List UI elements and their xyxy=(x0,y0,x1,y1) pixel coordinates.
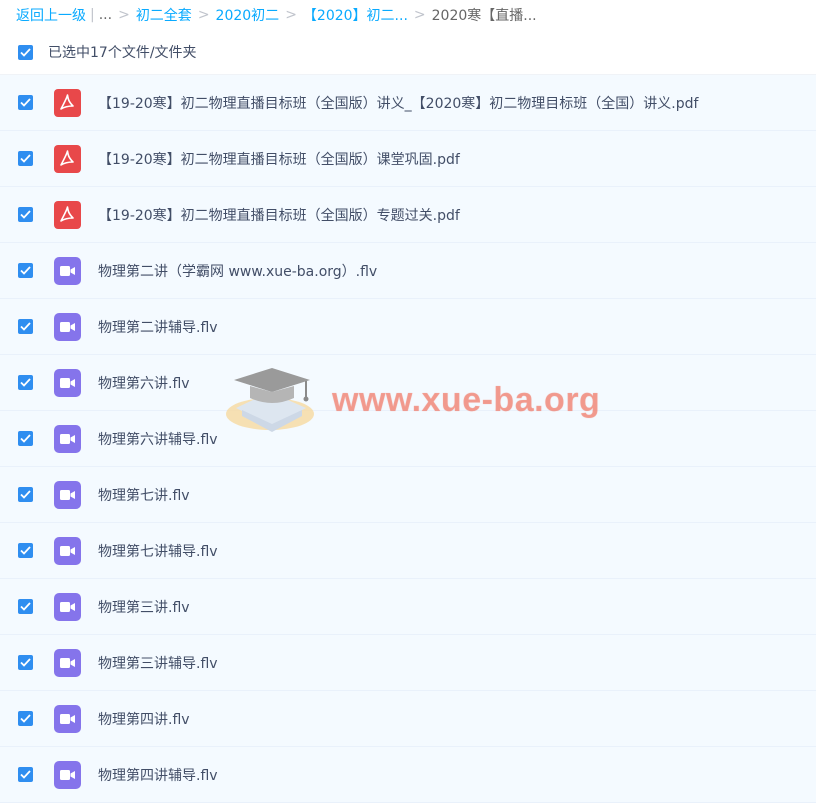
checkmark-icon xyxy=(20,770,31,779)
file-row[interactable]: 物理第六讲辅导.flv xyxy=(0,411,816,467)
pdf-file-icon xyxy=(53,144,81,173)
file-checkbox[interactable] xyxy=(18,599,33,614)
back-link[interactable]: 返回上一级 xyxy=(16,5,86,25)
file-name[interactable]: 物理第二讲辅导.flv xyxy=(98,317,218,337)
video-file-icon xyxy=(53,760,81,789)
file-row[interactable]: 物理第二讲（学霸网 www.xue-ba.org）.flv xyxy=(0,243,816,299)
file-checkbox[interactable] xyxy=(18,655,33,670)
video-file-icon xyxy=(53,480,81,509)
checkmark-icon xyxy=(20,210,31,219)
file-name[interactable]: 物理第二讲（学霸网 www.xue-ba.org）.flv xyxy=(98,261,377,281)
checkmark-icon xyxy=(20,98,31,107)
file-row[interactable]: 【19-20寒】初二物理直播目标班（全国版）讲义_【2020寒】初二物理目标班（… xyxy=(0,75,816,131)
breadcrumb: 返回上一级 | ... > 初二全套 > 2020初二 > 【2020】初二..… xyxy=(0,0,816,30)
file-row[interactable]: 物理第二讲辅导.flv xyxy=(0,299,816,355)
checkmark-icon xyxy=(20,266,31,275)
video-file-icon xyxy=(53,592,81,621)
file-checkbox[interactable] xyxy=(18,263,33,278)
file-checkbox[interactable] xyxy=(18,487,33,502)
video-file-icon xyxy=(53,256,81,285)
checkmark-icon xyxy=(20,378,31,387)
checkmark-icon xyxy=(20,47,31,57)
file-row[interactable]: 物理第四讲.flv xyxy=(0,691,816,747)
file-row[interactable]: 物理第七讲.flv xyxy=(0,467,816,523)
file-checkbox[interactable] xyxy=(18,431,33,446)
pdf-file-icon xyxy=(53,200,81,229)
video-file-icon xyxy=(53,424,81,453)
file-name[interactable]: 物理第四讲辅导.flv xyxy=(98,765,218,785)
file-row[interactable]: 物理第三讲辅导.flv xyxy=(0,635,816,691)
checkmark-icon xyxy=(20,154,31,163)
file-name[interactable]: 物理第七讲辅导.flv xyxy=(98,541,218,561)
checkmark-icon xyxy=(20,434,31,443)
checkmark-icon xyxy=(20,546,31,555)
selection-header: 已选中17个文件/文件夹 xyxy=(0,30,816,75)
checkmark-icon xyxy=(20,714,31,723)
file-name[interactable]: 物理第三讲.flv xyxy=(98,597,190,617)
file-checkbox[interactable] xyxy=(18,375,33,390)
file-checkbox[interactable] xyxy=(18,151,33,166)
video-file-icon xyxy=(53,704,81,733)
pdf-file-icon xyxy=(53,88,81,117)
file-row[interactable]: 物理第六讲.flv xyxy=(0,355,816,411)
breadcrumb-current: 2020寒【直播... xyxy=(431,8,537,24)
file-checkbox[interactable] xyxy=(18,95,33,110)
file-checkbox[interactable] xyxy=(18,207,33,222)
file-checkbox[interactable] xyxy=(18,319,33,334)
file-name[interactable]: 物理第六讲辅导.flv xyxy=(98,429,218,449)
file-name[interactable]: 【19-20寒】初二物理直播目标班（全国版）讲义_【2020寒】初二物理目标班（… xyxy=(98,93,698,113)
checkmark-icon xyxy=(20,658,31,667)
file-name[interactable]: 【19-20寒】初二物理直播目标班（全国版）课堂巩固.pdf xyxy=(98,149,460,169)
breadcrumb-separator: > xyxy=(413,7,426,23)
file-name[interactable]: 物理第六讲.flv xyxy=(98,373,190,393)
select-all-checkbox[interactable] xyxy=(18,44,33,60)
file-row[interactable]: 【19-20寒】初二物理直播目标班（全国版）课堂巩固.pdf xyxy=(0,131,816,187)
breadcrumb-divider: | xyxy=(90,7,95,23)
video-file-icon xyxy=(53,536,81,565)
breadcrumb-separator: > xyxy=(197,7,210,23)
checkmark-icon xyxy=(20,490,31,499)
file-checkbox[interactable] xyxy=(18,543,33,558)
file-checkbox[interactable] xyxy=(18,767,33,782)
video-file-icon xyxy=(53,312,81,341)
file-name[interactable]: 【19-20寒】初二物理直播目标班（全国版）专题过关.pdf xyxy=(98,205,460,225)
file-checkbox[interactable] xyxy=(18,711,33,726)
file-browser: 返回上一级 | ... > 初二全套 > 2020初二 > 【2020】初二..… xyxy=(0,0,816,810)
file-name[interactable]: 物理第四讲.flv xyxy=(98,709,190,729)
file-name[interactable]: 物理第三讲辅导.flv xyxy=(98,653,218,673)
breadcrumb-separator: > xyxy=(285,7,297,23)
checkmark-icon xyxy=(20,602,31,611)
file-row[interactable]: 物理第七讲辅导.flv xyxy=(0,523,816,579)
file-name[interactable]: 物理第七讲.flv xyxy=(98,485,190,505)
video-file-icon xyxy=(53,368,81,397)
breadcrumb-item-3[interactable]: 【2020】初二... xyxy=(303,5,408,25)
video-file-icon xyxy=(53,648,81,677)
file-list: 【19-20寒】初二物理直播目标班（全国版）讲义_【2020寒】初二物理目标班（… xyxy=(0,75,816,803)
breadcrumb-separator: > xyxy=(118,7,130,23)
breadcrumb-item-1[interactable]: 初二全套 xyxy=(136,5,192,25)
selection-count-label: 已选中17个文件/文件夹 xyxy=(48,45,197,61)
file-row[interactable]: 物理第三讲.flv xyxy=(0,579,816,635)
file-row[interactable]: 【19-20寒】初二物理直播目标班（全国版）专题过关.pdf xyxy=(0,187,816,243)
breadcrumb-item-2[interactable]: 2020初二 xyxy=(216,5,280,25)
checkmark-icon xyxy=(20,322,31,331)
file-row[interactable]: 物理第四讲辅导.flv xyxy=(0,747,816,803)
breadcrumb-ellipsis[interactable]: ... xyxy=(99,7,112,23)
